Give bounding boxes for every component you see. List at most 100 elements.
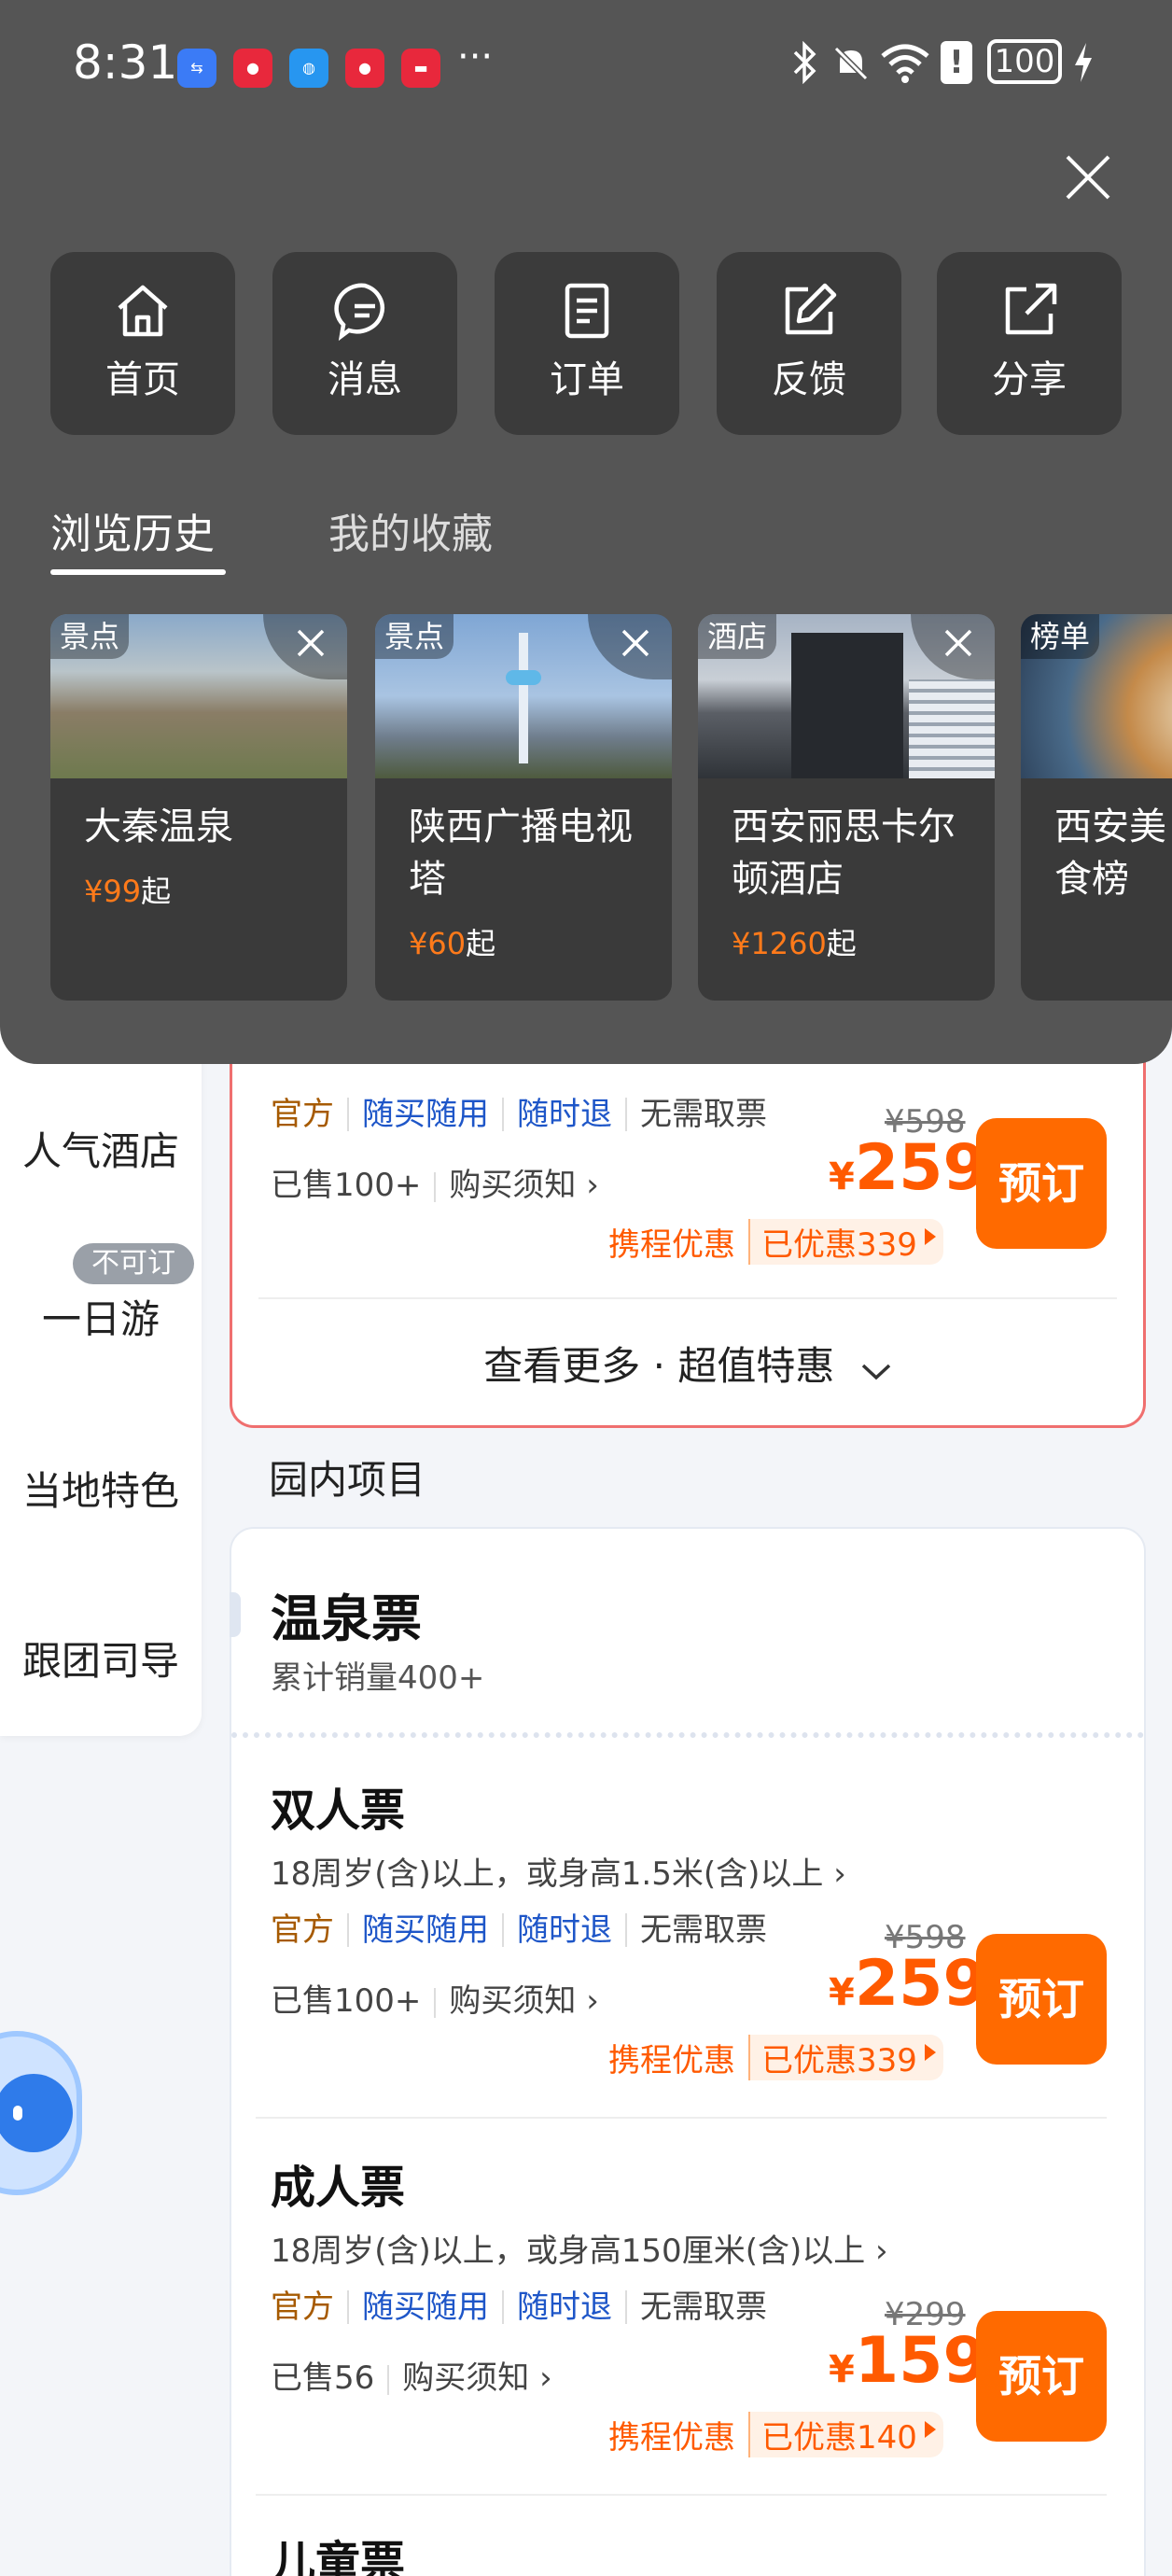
unavailable-badge: 不可订 bbox=[73, 1243, 194, 1284]
promo-row: 携程优惠 已优惠339 bbox=[608, 2035, 943, 2080]
purchase-notice-link[interactable]: 购买须知 bbox=[402, 2359, 529, 2397]
page: 人气酒店 不可订 一日游 当地特色 跟团司导 查看更多 · 超值特惠 官方 随买随… bbox=[0, 0, 1172, 2576]
sold-count: 已售56 bbox=[271, 2359, 375, 2397]
sales-row: 已售56 购买须知 › bbox=[271, 2352, 552, 2398]
category-nav: 人气酒店 不可订 一日游 当地特色 跟团司导 bbox=[0, 1027, 202, 1736]
nav-item-local-specialty[interactable]: 当地特色 bbox=[0, 1460, 202, 1517]
dotted-divider bbox=[231, 1732, 1144, 1738]
currency-symbol: ¥ bbox=[829, 2348, 855, 2391]
usb-icon: ⇆ bbox=[177, 49, 216, 88]
quick-label: 消息 bbox=[328, 358, 402, 401]
nav-item-day-tour[interactable]: 一日游 bbox=[0, 1288, 202, 1345]
product-requirement[interactable]: 18周岁(含)以上，或身高150厘米(含)以上 › bbox=[271, 2225, 888, 2271]
product-title: 成人票 bbox=[271, 2162, 406, 2214]
promo-row: 携程优惠 已优惠140 bbox=[608, 2412, 943, 2457]
quick-share-button[interactable]: 分享 bbox=[937, 252, 1122, 435]
tag-refund: 随时退 bbox=[504, 1913, 627, 1947]
quick-order-button[interactable]: 订单 bbox=[495, 252, 679, 435]
current-price: ¥259 bbox=[829, 1947, 987, 2021]
tag-row: 官方 随买随用 随时退 无需取票 bbox=[271, 2290, 780, 2324]
sales-row: 已售100+ 购买须知 › bbox=[271, 1159, 599, 1205]
quick-label: 订单 bbox=[550, 358, 624, 401]
price-value: 259 bbox=[854, 1131, 987, 1205]
more-notifications: ··· bbox=[457, 35, 494, 78]
chevron-right-icon: › bbox=[875, 2233, 888, 2270]
price-suffix: 起 bbox=[826, 926, 857, 961]
price-value: ¥99 bbox=[84, 874, 142, 909]
promo-label: 携程优惠 bbox=[608, 1219, 750, 1265]
tag-row: 官方 随买随用 随时退 无需取票 bbox=[271, 1913, 780, 1947]
quick-label: 首页 bbox=[105, 358, 180, 401]
book-button[interactable]: 预订 bbox=[976, 1118, 1107, 1249]
history-name: 西安美食榜 bbox=[1054, 805, 1166, 901]
history-card[interactable]: 景点 大秦温泉 ¥99起 bbox=[50, 614, 347, 1001]
browser-icon: ◍ bbox=[289, 49, 328, 88]
purchase-notice-link[interactable]: 购买须知 bbox=[449, 1982, 576, 2020]
tab-favorites[interactable]: 我的收藏 bbox=[328, 500, 493, 560]
view-more-deals-button[interactable]: 查看更多 · 超值特惠 bbox=[232, 1335, 1143, 1392]
battery-level: 100 bbox=[987, 39, 1062, 84]
remove-icon[interactable] bbox=[588, 614, 672, 679]
requirement-text: 18周岁(含)以上，或身高150厘米(含)以上 bbox=[271, 2233, 866, 2270]
sales-row: 已售100+ 购买须知 › bbox=[271, 1975, 599, 2021]
tag-buy-use: 随买随用 bbox=[349, 1098, 504, 1131]
tag-buy-use: 随买随用 bbox=[349, 1913, 504, 1947]
quick-home-button[interactable]: 首页 bbox=[50, 252, 235, 435]
currency-symbol: ¥ bbox=[829, 1971, 855, 2014]
quick-menu-overlay: 8:31 ⇆ ● ◍ ● ▬ ··· ! 100 首页 消息 订单 反馈 分享 … bbox=[0, 0, 1172, 1064]
card-divider bbox=[258, 1297, 1117, 1299]
message-icon bbox=[334, 283, 385, 342]
product-requirement[interactable]: 18周岁(含)以上，或身高1.5米(含)以上 › bbox=[271, 1848, 846, 1894]
quick-label: 反馈 bbox=[772, 358, 846, 401]
assistant-icon bbox=[0, 2074, 73, 2152]
history-name: 西安丽思卡尔顿酒店 bbox=[732, 805, 956, 901]
view-more-label: 查看更多 · 超值特惠 bbox=[483, 1343, 835, 1389]
group-sales: 累计销量400+ bbox=[271, 1659, 485, 1697]
group-marker bbox=[230, 1592, 241, 1637]
quick-label: 分享 bbox=[992, 358, 1067, 401]
chevron-right-icon: › bbox=[539, 2359, 552, 2397]
close-icon[interactable] bbox=[1064, 153, 1112, 205]
tag-buy-use: 随买随用 bbox=[349, 2290, 504, 2324]
remove-icon[interactable] bbox=[911, 614, 995, 679]
tag-no-ticket: 无需取票 bbox=[640, 1096, 767, 1133]
nav-item-hotel[interactable]: 人气酒店 bbox=[0, 1120, 202, 1177]
chevron-right-icon: › bbox=[586, 1167, 599, 1204]
tag-official: 官方 bbox=[271, 2290, 349, 2324]
item-divider bbox=[256, 2117, 1107, 2119]
book-button[interactable]: 预订 bbox=[976, 2311, 1107, 2442]
tab-history[interactable]: 浏览历史 bbox=[50, 500, 215, 560]
current-price: ¥159 bbox=[829, 2324, 987, 2398]
discount-label: 已优惠339 bbox=[750, 2035, 943, 2080]
history-price: ¥60起 bbox=[409, 920, 495, 963]
category-badge: 榜单 bbox=[1021, 614, 1100, 659]
quick-feedback-button[interactable]: 反馈 bbox=[717, 252, 901, 435]
history-card[interactable]: 景点 陕西广播电视塔 ¥60起 bbox=[375, 614, 672, 1001]
order-icon bbox=[565, 283, 609, 339]
price-value: ¥60 bbox=[409, 926, 467, 961]
xiaohongshu-icon: ● bbox=[345, 49, 384, 88]
nav-item-tour-guide[interactable]: 跟团司导 bbox=[0, 1630, 202, 1687]
remove-icon[interactable] bbox=[263, 614, 347, 679]
currency-symbol: ¥ bbox=[829, 1155, 855, 1198]
alert-icon: ! bbox=[941, 41, 972, 84]
category-badge: 酒店 bbox=[698, 614, 777, 659]
history-price: ¥1260起 bbox=[732, 920, 857, 963]
quick-message-button[interactable]: 消息 bbox=[272, 252, 457, 435]
assistant-bubble[interactable] bbox=[0, 2031, 82, 2195]
book-button[interactable]: 预订 bbox=[976, 1934, 1107, 2065]
history-card[interactable]: 榜单 西安美食榜 bbox=[1021, 614, 1172, 1001]
discount-label: 已优惠140 bbox=[750, 2412, 943, 2457]
price-suffix: 起 bbox=[466, 926, 496, 961]
purchase-notice-link[interactable]: 购买须知 bbox=[449, 1167, 576, 1204]
chevron-right-icon: › bbox=[586, 1982, 599, 2020]
history-card[interactable]: 酒店 西安丽思卡尔顿酒店 ¥1260起 bbox=[698, 614, 995, 1001]
section-title: 园内项目 bbox=[269, 1457, 426, 1503]
sold-count: 已售100+ bbox=[271, 1982, 422, 2020]
tag-no-ticket: 无需取票 bbox=[640, 2289, 767, 2326]
feedback-icon bbox=[785, 283, 837, 335]
home-icon bbox=[118, 285, 168, 337]
discount-label: 已优惠339 bbox=[750, 1219, 943, 1265]
charging-icon bbox=[1071, 41, 1095, 88]
price-value: 259 bbox=[854, 1947, 987, 2021]
